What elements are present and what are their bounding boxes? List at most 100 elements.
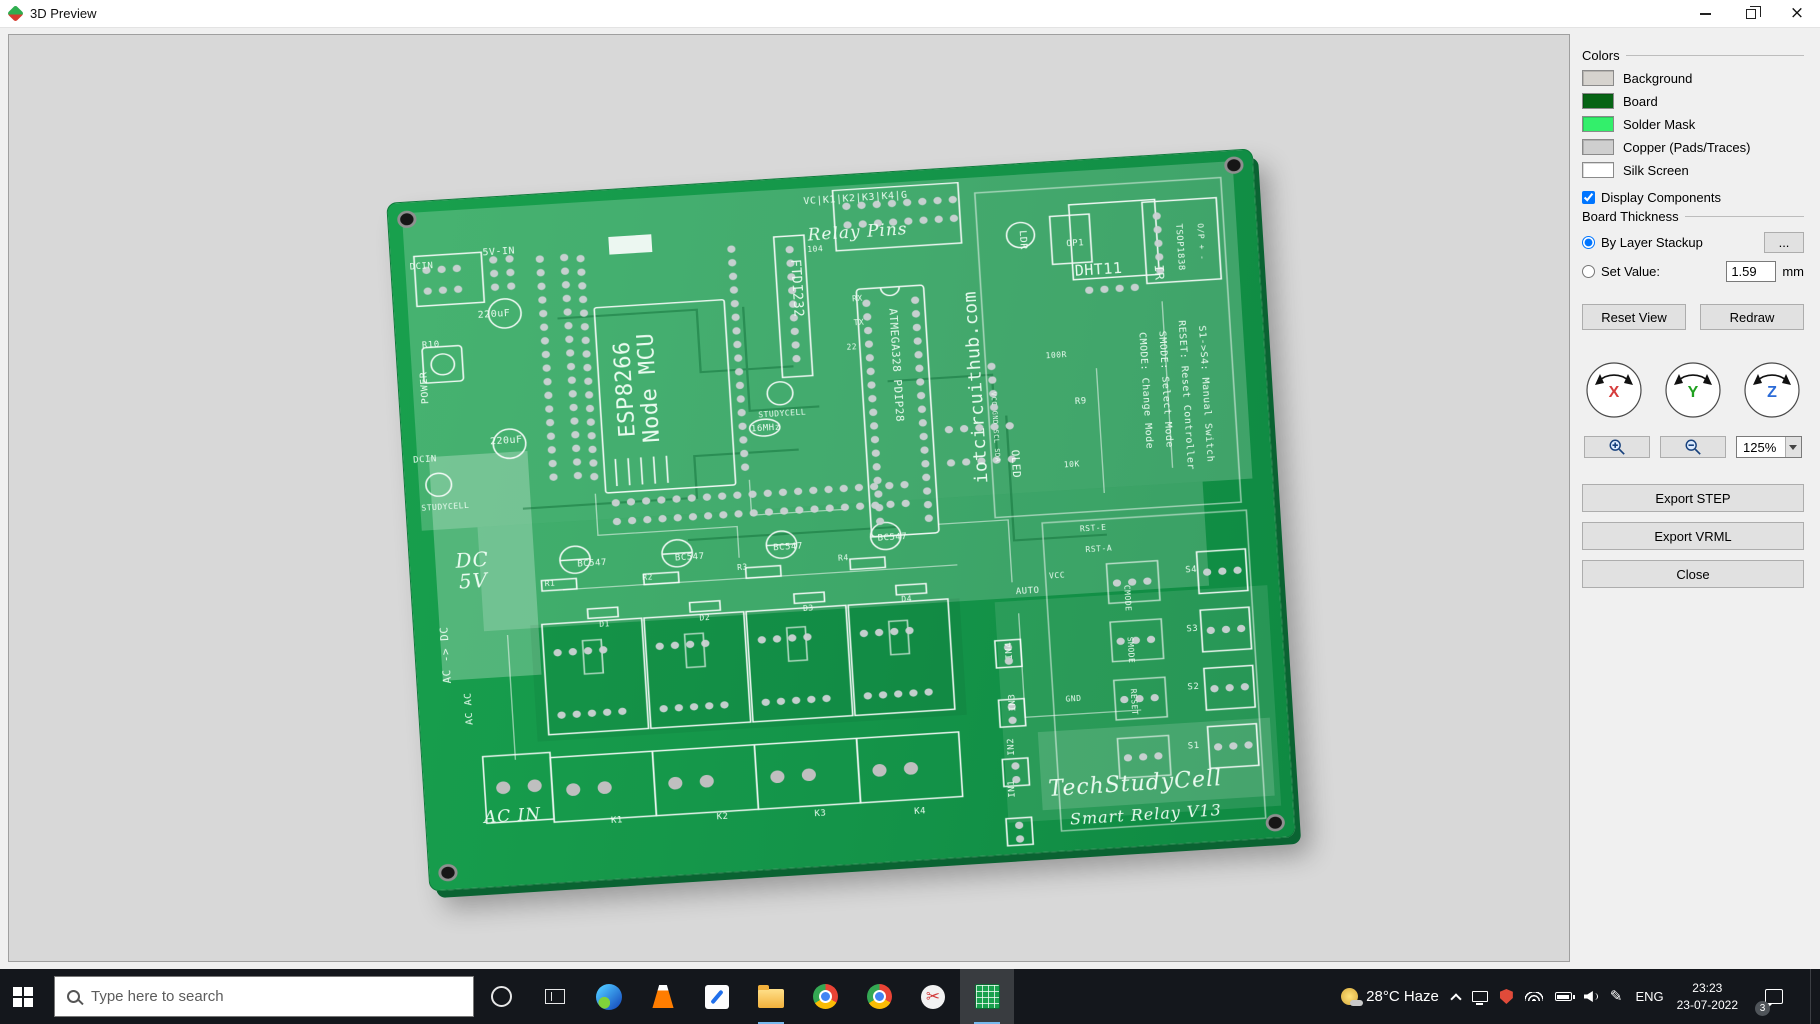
settings-panel: Colors Background Board Solder Mask Copper …	[1578, 34, 1808, 962]
by-layer-stackup-label: By Layer Stackup	[1601, 235, 1703, 250]
silk-screen-color-swatch[interactable]	[1582, 162, 1614, 178]
search-icon	[67, 990, 80, 1003]
weather-widget[interactable]: 28°C Haze	[1341, 988, 1439, 1006]
pcb-board: VC|K1|K2|K3|K4|G Relay Pins 5V-IN DCIN 220uF…	[386, 148, 1296, 892]
by-layer-stackup-option[interactable]: By Layer Stackup	[1582, 235, 1758, 250]
taskbar-search[interactable]: Type here to search	[54, 976, 474, 1017]
rotate-z-label: Z	[1767, 384, 1777, 401]
workspace: VC|K1|K2|K3|K4|G Relay Pins 5V-IN DCIN 220uF…	[0, 28, 1820, 969]
paint-icon	[705, 984, 729, 1009]
zoom-out-button[interactable]	[1660, 436, 1726, 458]
color-row-background: Background	[1582, 70, 1804, 86]
copper-color-swatch[interactable]	[1582, 139, 1614, 155]
pcb-3d-preview-icon	[974, 984, 1000, 1009]
close-button[interactable]: Close	[1582, 560, 1804, 588]
set-value-radio[interactable]	[1582, 265, 1595, 278]
clock-date: 23-07-2022	[1676, 997, 1738, 1012]
color-label: Board	[1623, 93, 1658, 109]
search-placeholder: Type here to search	[91, 988, 224, 1005]
reset-view-button[interactable]: Reset View	[1582, 304, 1686, 330]
restore-button[interactable]	[1728, 0, 1774, 27]
clock[interactable]: 23:23 23-07-2022	[1677, 980, 1738, 1012]
zoom-level-dropdown[interactable]: 125%	[1736, 436, 1802, 458]
show-desktop-button[interactable]	[1810, 969, 1816, 1024]
security-icon[interactable]	[1499, 989, 1513, 1004]
app-logo-icon	[7, 5, 24, 22]
zoom-in-icon	[1609, 439, 1625, 455]
set-value-row: Set Value: mm	[1582, 261, 1804, 282]
monitor-icon[interactable]	[1471, 991, 1488, 1005]
edge-icon	[596, 983, 622, 1010]
by-layer-stackup-radio[interactable]	[1582, 236, 1595, 249]
battery-icon[interactable]	[1554, 992, 1575, 1001]
display-components-checkbox[interactable]	[1582, 191, 1595, 204]
board-thickness-heading-label: Board Thickness	[1582, 209, 1679, 224]
vlc-media-player-taskbar-button[interactable]	[636, 969, 690, 1024]
notification-icon	[1765, 989, 1783, 1009]
pen-icon[interactable]	[1610, 987, 1623, 1006]
file-explorer-icon	[758, 985, 784, 1008]
solder-mask-color-swatch[interactable]	[1582, 116, 1614, 132]
weather-temp: 28°C	[1366, 988, 1400, 1005]
cortana-icon	[490, 986, 512, 1007]
export-vrml-button[interactable]: Export VRML	[1582, 522, 1804, 550]
language-indicator[interactable]: ENG	[1635, 989, 1663, 1004]
taskbar: Type here to search 28°C Haze ENG 23:23 …	[0, 969, 1820, 1024]
color-label: Silk Screen	[1623, 162, 1689, 178]
rotate-x-label: X	[1608, 384, 1620, 401]
rotate-z-button[interactable]: Z	[1742, 360, 1802, 420]
titlebar: 3D Preview ×	[0, 0, 1820, 28]
export-step-button[interactable]: Export STEP	[1582, 484, 1804, 512]
zoom-level-value: 125%	[1743, 439, 1777, 455]
chrome-profile-2-taskbar-button[interactable]	[852, 969, 906, 1024]
zoom-controls: 125%	[1582, 436, 1804, 458]
thickness-value-input[interactable]	[1726, 261, 1777, 282]
colors-list: Background Board Solder Mask Copper (Pads/T…	[1582, 70, 1804, 178]
board-color-swatch[interactable]	[1582, 93, 1614, 109]
background-color-swatch[interactable]	[1582, 70, 1614, 86]
screen: 3D Preview × VC|K1|K2|K3|K4|G Relay Pins…	[0, 0, 1820, 1024]
weather-icon	[1341, 988, 1364, 1006]
cortana-button[interactable]	[474, 969, 528, 1024]
notification-center-button[interactable]: 3	[1751, 969, 1797, 1024]
wifi-icon[interactable]	[1524, 992, 1543, 1001]
view-buttons-row: Reset View Redraw	[1582, 304, 1804, 330]
zoom-in-button[interactable]	[1584, 436, 1650, 458]
colors-heading: Colors	[1582, 48, 1804, 63]
zoom-out-icon	[1685, 439, 1701, 455]
chrome-taskbar-button[interactable]	[798, 969, 852, 1024]
system-tray: 28°C Haze ENG 23:23 23-07-2022 3	[1341, 969, 1820, 1024]
color-row-copper: Copper (Pads/Traces)	[1582, 139, 1804, 155]
pcb-3d-preview-taskbar-button[interactable]	[960, 969, 1014, 1024]
task-view-button[interactable]	[528, 969, 582, 1024]
color-label: Solder Mask	[1623, 116, 1696, 132]
chevron-up-icon[interactable]	[1450, 992, 1462, 1005]
rotate-x-button[interactable]: X	[1584, 360, 1644, 420]
unit-label: mm	[1782, 264, 1804, 279]
minimize-icon	[1699, 12, 1711, 15]
redraw-button[interactable]: Redraw	[1700, 304, 1804, 330]
snipping-tool-taskbar-button[interactable]	[906, 969, 960, 1024]
chrome-icon	[812, 984, 838, 1009]
snipping-tool-icon	[921, 984, 945, 1009]
minimize-button[interactable]	[1682, 0, 1728, 27]
stackup-options-button[interactable]: ...	[1764, 232, 1804, 253]
start-button[interactable]	[0, 969, 54, 1024]
rotate-y-button[interactable]: Y	[1663, 360, 1723, 420]
volume-icon[interactable]	[1584, 990, 1598, 1003]
set-value-option[interactable]: Set Value:	[1582, 264, 1720, 279]
set-value-label: Set Value:	[1601, 264, 1661, 279]
color-label: Copper (Pads/Traces)	[1623, 139, 1751, 155]
display-components-row[interactable]: Display Components	[1582, 190, 1804, 205]
edge-taskbar-button[interactable]	[582, 969, 636, 1024]
close-window-button[interactable]: ×	[1774, 0, 1820, 27]
rotate-controls: X Y Z	[1582, 360, 1804, 420]
paint-taskbar-button[interactable]	[690, 969, 744, 1024]
3d-viewport[interactable]: VC|K1|K2|K3|K4|G Relay Pins 5V-IN DCIN 220uF…	[8, 34, 1570, 962]
notification-badge: 3	[1755, 1001, 1770, 1016]
chrome-profile-2-icon	[866, 984, 892, 1009]
color-row-silk-screen: Silk Screen	[1582, 162, 1804, 178]
color-row-board: Board	[1582, 93, 1804, 109]
weather-condition: Haze	[1403, 988, 1439, 1005]
file-explorer-taskbar-button[interactable]	[744, 969, 798, 1024]
